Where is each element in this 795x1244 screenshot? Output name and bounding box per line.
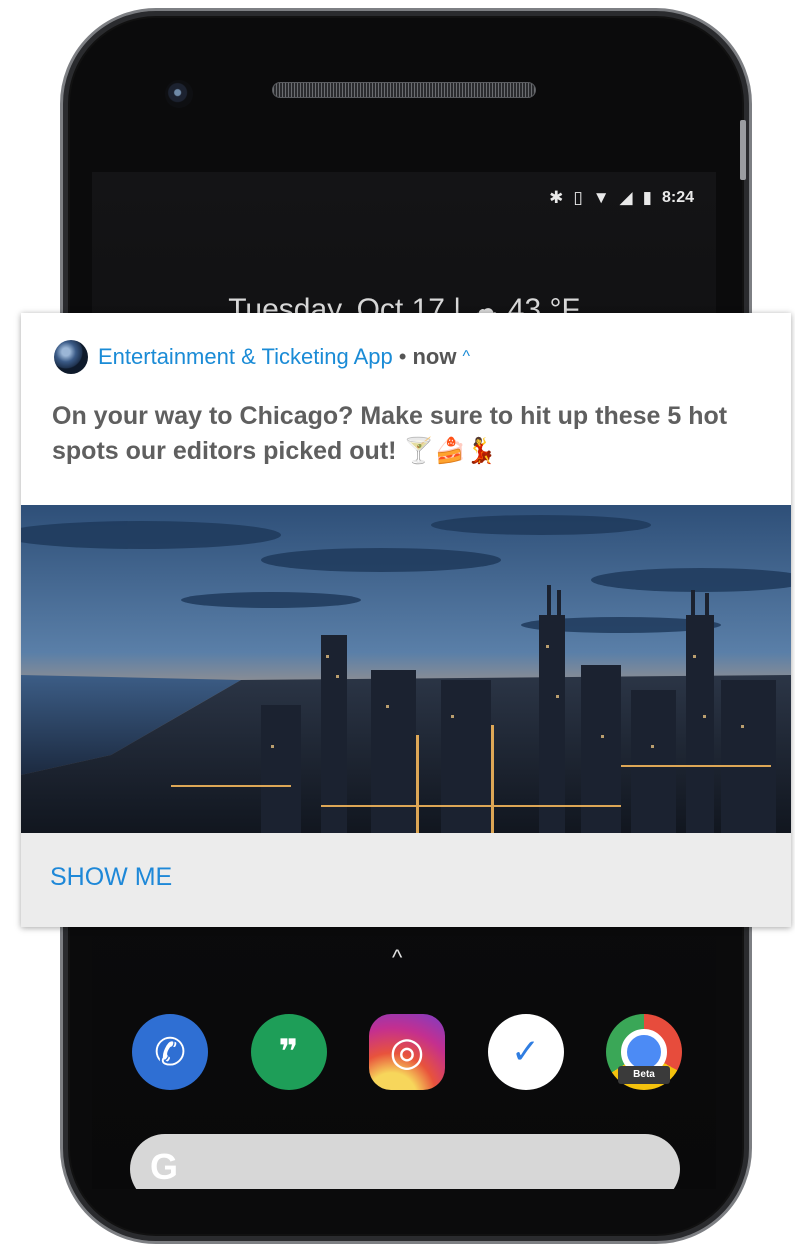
google-search-bar[interactable]: G	[130, 1134, 680, 1189]
vibrate-icon: ▯	[573, 188, 583, 207]
google-g-icon: G	[150, 1146, 179, 1187]
header-separator: •	[398, 344, 407, 369]
signal-icon: ◢	[619, 188, 633, 207]
phone-app-icon[interactable]: ✆	[132, 1014, 208, 1090]
battery-icon: ▮	[642, 188, 652, 207]
chevron-up-icon[interactable]: ^	[392, 945, 402, 971]
chrome-beta-badge: Beta	[618, 1066, 670, 1084]
status-time: 8:24	[661, 189, 694, 206]
chrome-beta-app-icon[interactable]: Beta	[606, 1014, 682, 1090]
notification-message: On your way to Chicago? Make sure to hit…	[52, 399, 757, 469]
notification-time: now	[412, 344, 457, 369]
show-me-button[interactable]: SHOW ME	[50, 863, 172, 892]
notification-image[interactable]	[21, 505, 791, 833]
earpiece-speaker	[272, 82, 536, 98]
inbox-app-icon[interactable]: ✓	[487, 1014, 564, 1090]
notification-app-name: Entertainment & Ticketing App	[98, 344, 393, 369]
chevron-up-icon[interactable]: ^	[462, 348, 470, 366]
chicago-skyline-image	[21, 505, 791, 833]
status-bar: ✱ ▯ ▼ ◢ ▮ 8:24	[92, 172, 716, 224]
notification-card[interactable]: Entertainment & Ticketing App • now ^ On…	[21, 313, 791, 927]
bluetooth-icon: ✱	[549, 188, 564, 207]
hangouts-app-icon[interactable]: ❞	[250, 1014, 327, 1090]
wifi-icon: ▼	[592, 188, 610, 207]
message-emojis: 🍸🍰💃	[403, 437, 497, 465]
front-camera	[165, 80, 193, 108]
notification-actions: SHOW ME	[21, 833, 791, 927]
globe-icon	[54, 340, 88, 374]
message-text: On your way to Chicago? Make sure to hit…	[52, 402, 728, 465]
notification-header: Entertainment & Ticketing App • now ^	[54, 339, 470, 375]
power-button	[740, 120, 746, 180]
instagram-app-icon[interactable]: ◎	[369, 1014, 445, 1090]
dock-app-row: ✆ ❞ ◎ ✓ Beta	[132, 1012, 682, 1092]
